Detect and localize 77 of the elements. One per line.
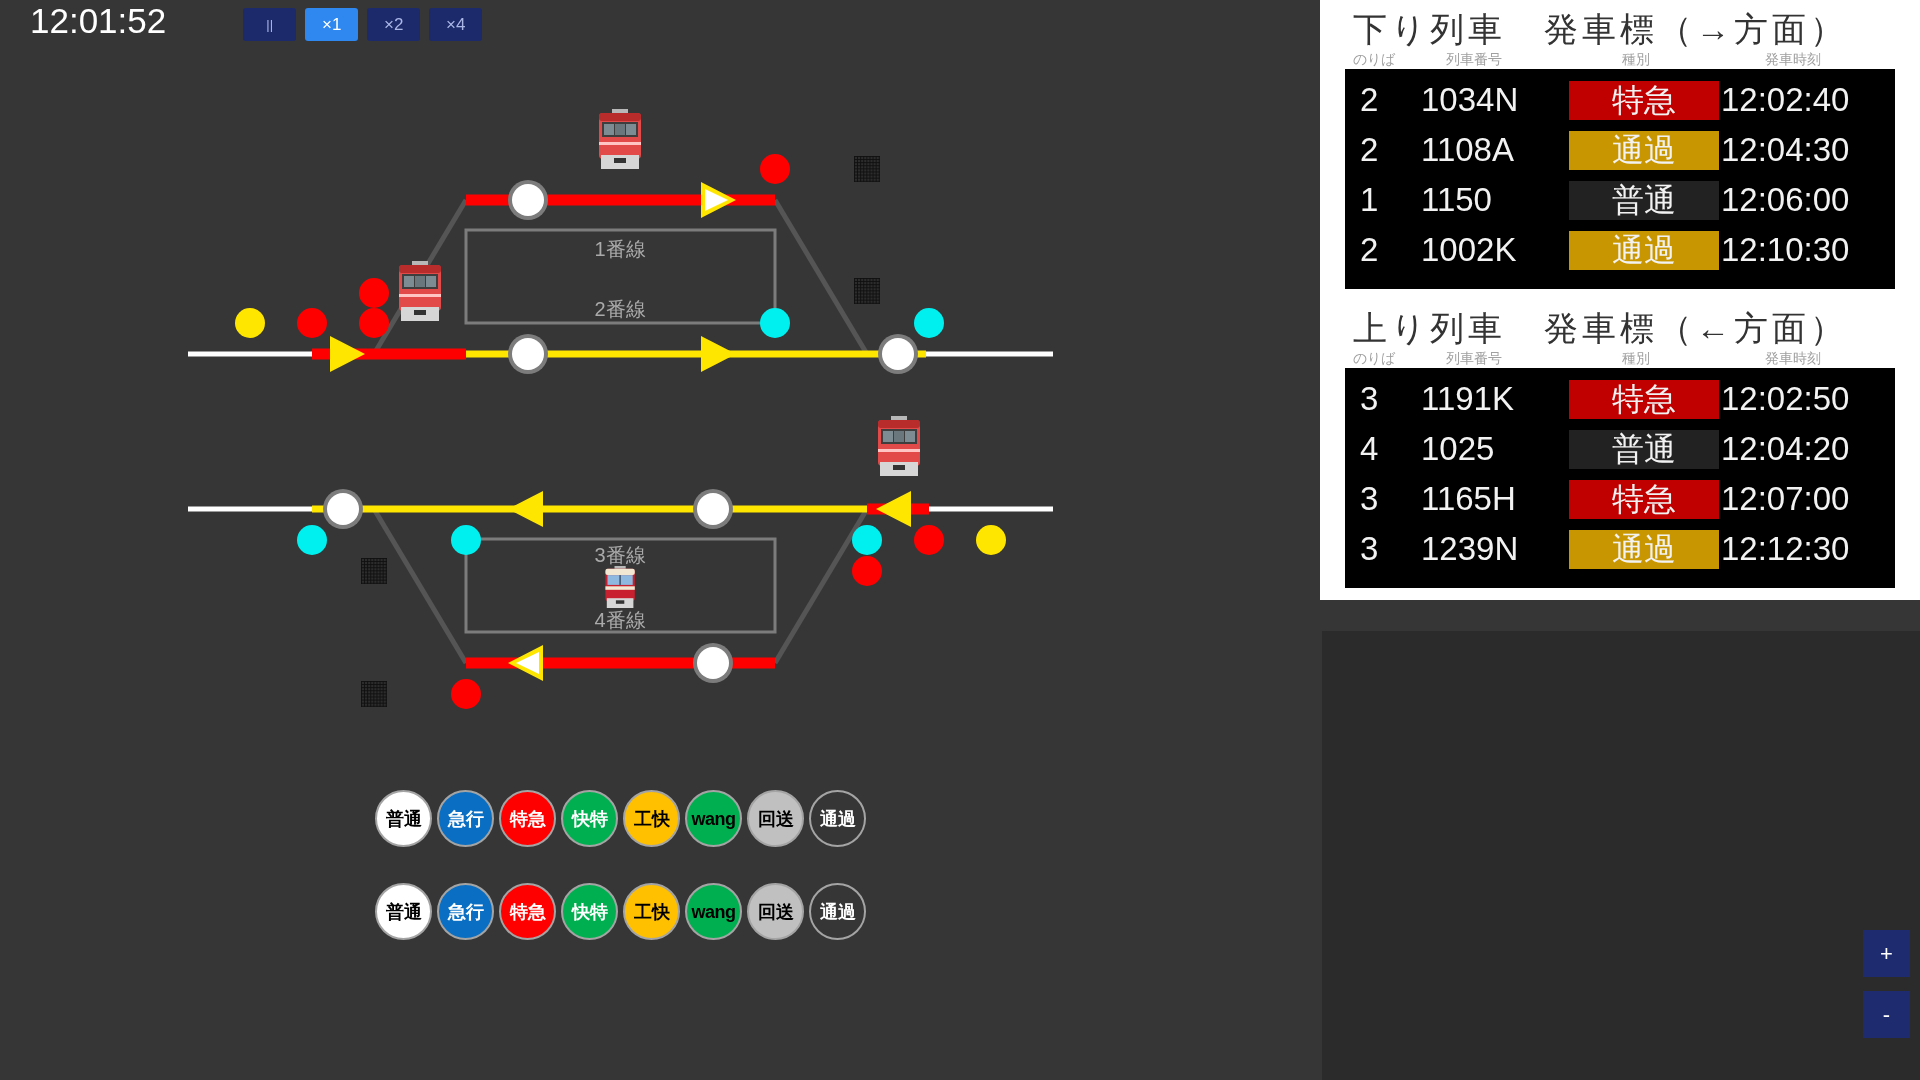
platform-number: 3 xyxy=(1360,380,1379,418)
grid-icon xyxy=(854,156,880,182)
train-type-label: 通過 xyxy=(1569,230,1719,270)
departure-time: 12:04:20 xyxy=(1721,430,1850,468)
train-type-label: 特急 xyxy=(1569,80,1719,120)
zoom-in-button[interactable]: + xyxy=(1863,930,1910,977)
departure-time: 12:02:50 xyxy=(1721,380,1850,418)
train-type-button[interactable]: 回送 xyxy=(747,790,804,847)
train-type-button[interactable]: 普通 xyxy=(375,883,432,940)
train-type-label: 通過 xyxy=(1569,529,1719,569)
column-header: 種別 xyxy=(1622,51,1650,67)
column-header: のりば xyxy=(1353,51,1395,67)
train-type-button[interactable]: 工快 xyxy=(623,883,680,940)
train-type-label: 特急 xyxy=(1569,379,1719,419)
zoom-out-button[interactable]: - xyxy=(1863,991,1910,1038)
platform-label: 3番線 xyxy=(594,544,646,566)
train-type-label: 普通 xyxy=(1569,180,1719,220)
column-header: 種別 xyxy=(1622,350,1650,366)
speed-button[interactable]: ×4 xyxy=(429,8,483,41)
train-type-button[interactable]: 通過 xyxy=(809,883,866,940)
grid-icon xyxy=(361,681,387,707)
train-number: 1025 xyxy=(1421,430,1495,468)
pause-button[interactable]: || xyxy=(243,8,297,41)
clock-time: 12:01:52 xyxy=(30,3,167,38)
train-number: 1108A xyxy=(1421,131,1514,169)
column-header: 列車番号 xyxy=(1446,51,1502,67)
train-type-button[interactable]: wang xyxy=(685,790,742,847)
train-type-button[interactable]: 通過 xyxy=(809,790,866,847)
junction-marker-icon xyxy=(323,489,363,529)
board-title: 上り列車 発車標（←方面） xyxy=(1352,308,1848,349)
grid-icon xyxy=(361,558,387,584)
board-title: 下り列車 発車標（→方面） xyxy=(1352,9,1848,50)
train-number: 1150 xyxy=(1421,181,1492,219)
platform-number: 3 xyxy=(1360,530,1379,568)
junction-marker-icon xyxy=(508,180,548,220)
column-header: 発車時刻 xyxy=(1765,350,1821,366)
platform-number: 4 xyxy=(1360,430,1379,468)
train-type-button[interactable]: 急行 xyxy=(437,883,494,940)
train-type-button[interactable]: 特急 xyxy=(499,790,556,847)
junction-marker-icon xyxy=(693,643,733,683)
train-number: 1165H xyxy=(1421,480,1516,518)
departure-time: 12:12:30 xyxy=(1721,530,1850,568)
departure-time: 12:02:40 xyxy=(1721,81,1850,119)
column-header: のりば xyxy=(1353,350,1395,366)
train-type-button[interactable]: 特急 xyxy=(499,883,556,940)
train-type-label: 特急 xyxy=(1569,479,1719,519)
platform-label: 2番線 xyxy=(594,298,646,320)
platform-number: 2 xyxy=(1360,231,1379,269)
platform-number: 1 xyxy=(1360,181,1379,219)
speed-button[interactable]: ×2 xyxy=(367,8,421,41)
platform-label: 4番線 xyxy=(594,609,646,631)
train-number: 1034N xyxy=(1421,81,1519,119)
departure-time: 12:04:30 xyxy=(1721,131,1850,169)
platform-number: 2 xyxy=(1360,81,1379,119)
platform-label: 1番線 xyxy=(594,238,646,260)
train-type-label: 普通 xyxy=(1569,429,1719,469)
junction-marker-icon xyxy=(508,334,548,374)
train-type-button[interactable]: 工快 xyxy=(623,790,680,847)
train-number: 1191K xyxy=(1421,380,1514,418)
departure-time: 12:10:30 xyxy=(1721,231,1850,269)
departure-time: 12:07:00 xyxy=(1721,480,1850,518)
platform-number: 3 xyxy=(1360,480,1379,518)
train-type-label: 通過 xyxy=(1569,130,1719,170)
departure-time: 12:06:00 xyxy=(1721,181,1850,219)
train-type-button[interactable]: 普通 xyxy=(375,790,432,847)
train-type-button[interactable]: 急行 xyxy=(437,790,494,847)
column-header: 発車時刻 xyxy=(1765,51,1821,67)
train-number: 1002K xyxy=(1421,231,1517,269)
platform-number: 2 xyxy=(1360,131,1379,169)
train-type-button[interactable]: 回送 xyxy=(747,883,804,940)
column-header: 列車番号 xyxy=(1446,350,1502,366)
train-type-button[interactable]: wang xyxy=(685,883,742,940)
speed-button[interactable]: ×1 xyxy=(305,8,359,41)
grid-icon xyxy=(854,278,880,304)
junction-marker-icon xyxy=(878,334,918,374)
junction-marker-icon xyxy=(693,489,733,529)
train-number: 1239N xyxy=(1421,530,1519,568)
